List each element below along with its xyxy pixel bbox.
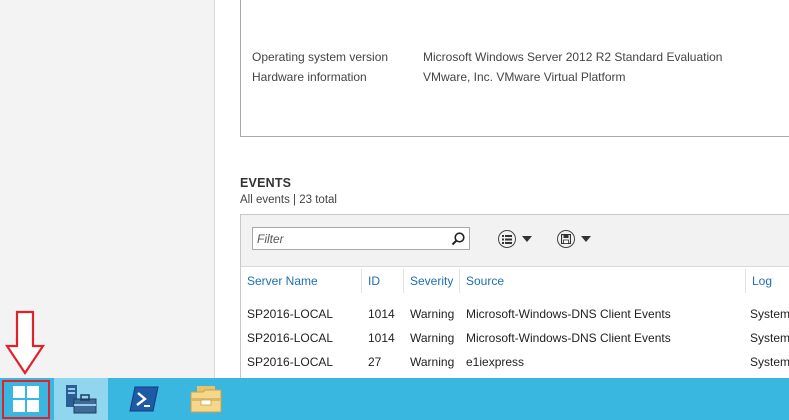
save-icon [557, 230, 575, 248]
column-header-severity[interactable]: Severity [404, 269, 460, 293]
events-heading: EVENTS [240, 176, 292, 190]
cell-log: System [750, 331, 789, 345]
red-arrow-annotation [4, 310, 46, 375]
events-toolbar [241, 215, 789, 267]
property-row-os: Operating system version Microsoft Window… [252, 50, 722, 64]
cell-server: SP2016-LOCAL [247, 307, 334, 321]
save-query-button[interactable] [557, 229, 591, 249]
property-label: Operating system version [252, 50, 389, 64]
property-value: VMware, Inc. VMware Virtual Platform [423, 70, 626, 84]
column-header-log[interactable]: Log [746, 269, 789, 293]
cell-server: SP2016-LOCAL [247, 355, 334, 369]
cell-server: SP2016-LOCAL [247, 331, 334, 345]
table-row[interactable]: SP2016-LOCAL 1014 Warning Microsoft-Wind… [241, 326, 789, 350]
column-header-source[interactable]: Source [460, 269, 746, 293]
cell-source: Microsoft-Windows-DNS Client Events [466, 307, 671, 321]
folder-icon [190, 386, 222, 413]
property-row-hardware: Hardware information VMware, Inc. VMware … [252, 70, 626, 84]
taskbar-file-explorer[interactable] [178, 378, 234, 420]
table-row[interactable]: SP2016-LOCAL 27 Warning e1iexpress Syste… [241, 350, 789, 374]
property-label: Hardware information [252, 70, 367, 84]
cell-source: e1iexpress [466, 355, 525, 369]
property-value: Microsoft Windows Server 2012 R2 Standar… [423, 50, 723, 64]
search-icon[interactable] [450, 231, 466, 247]
cell-id: 27 [368, 355, 382, 369]
list-options-icon [498, 230, 516, 248]
cell-id: 1014 [368, 307, 395, 321]
column-header-id[interactable]: ID [362, 269, 404, 293]
taskbar-powershell[interactable] [116, 378, 172, 420]
properties-panel: Operating system version Microsoft Window… [240, 0, 789, 137]
cell-source: Microsoft-Windows-DNS Client Events [466, 331, 671, 345]
events-summary: All events | 23 total [240, 194, 337, 206]
windows-logo-icon [13, 386, 39, 412]
filter-input[interactable] [253, 228, 443, 249]
cell-severity: Warning [410, 331, 455, 345]
cell-log: System [750, 355, 789, 369]
cell-severity: Warning [410, 307, 455, 321]
column-header-server-name[interactable]: Server Name [241, 269, 362, 293]
filter-field[interactable] [252, 227, 470, 250]
server-manager-icon [66, 385, 97, 414]
taskbar [0, 378, 789, 420]
taskbar-server-manager[interactable] [54, 378, 108, 420]
start-button[interactable] [0, 378, 52, 420]
cell-severity: Warning [410, 355, 455, 369]
events-panel: Server Name ID Severity Source Log SP201… [240, 214, 789, 384]
cell-id: 1014 [368, 331, 395, 345]
powershell-icon [129, 386, 159, 412]
cell-log: System [750, 307, 789, 321]
chevron-down-icon [522, 236, 532, 242]
view-options-button[interactable] [498, 229, 532, 249]
chevron-down-icon [581, 236, 591, 242]
table-row[interactable]: SP2016-LOCAL 1014 Warning Microsoft-Wind… [241, 302, 789, 326]
